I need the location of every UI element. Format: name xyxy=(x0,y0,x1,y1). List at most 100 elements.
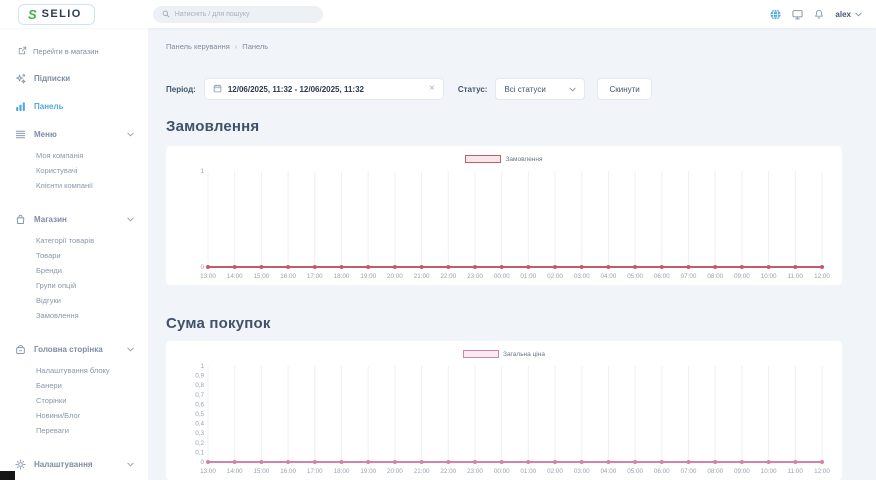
svg-text:04:00: 04:00 xyxy=(601,273,617,280)
svg-text:0,6: 0,6 xyxy=(195,401,204,408)
sidebar-subitem-home-page-1[interactable]: Банери xyxy=(0,378,148,393)
sidebar-item-settings[interactable]: Налаштування xyxy=(0,450,148,478)
sidebar-item-menu[interactable]: Меню xyxy=(0,120,148,148)
clear-period-icon[interactable]: × xyxy=(429,84,435,94)
sidebar-subitem-home-page-3[interactable]: Новини/Блог xyxy=(0,408,148,423)
sidebar-subitem-menu-2[interactable]: Клієнти компанії xyxy=(0,178,148,193)
svg-text:11:00: 11:00 xyxy=(788,273,804,280)
svg-text:05:00: 05:00 xyxy=(627,273,643,280)
orders-chart-legend[interactable]: Замовлення xyxy=(176,153,832,165)
filter-bar: Період: 12/06/2025, 11:32 - 12/06/2025, … xyxy=(166,78,842,100)
svg-text:23:00: 23:00 xyxy=(467,273,483,280)
brand-name: SELIO xyxy=(42,8,82,20)
search-input[interactable] xyxy=(175,11,314,18)
sidebar-item-label: Головна сторінка xyxy=(34,345,119,354)
chevron-down-icon xyxy=(569,85,576,94)
purchase-sum-line-chart: 10,90,80,70,60,50,40,30,20,1013:0014:001… xyxy=(176,360,832,476)
sidebar-item-store[interactable]: Магазин xyxy=(0,205,148,233)
purchase-sum-chart-card: Загальна ціна 10,90,80,70,60,50,40,30,20… xyxy=(166,341,842,480)
period-label: Період: xyxy=(166,85,196,94)
sidebar-spacer xyxy=(0,193,148,205)
sidebar-item-home-page[interactable]: Головна сторінка xyxy=(0,335,148,363)
sidebar-subitem-home-page-0[interactable]: Налаштування блоку xyxy=(0,363,148,378)
search-icon xyxy=(162,5,170,23)
breadcrumb-current[interactable]: Панель xyxy=(242,42,268,52)
go-to-store-label: Перейти в магазин xyxy=(33,47,99,56)
global-search[interactable] xyxy=(153,6,323,23)
svg-text:0,8: 0,8 xyxy=(195,382,204,389)
main-content: Панель керування › Панель Період: 12/06/… xyxy=(148,28,876,480)
chevron-down-icon xyxy=(855,10,862,19)
svg-text:03:00: 03:00 xyxy=(574,273,590,280)
svg-text:13:00: 13:00 xyxy=(200,468,216,475)
sidebar-subitem-store-4[interactable]: Відгуки xyxy=(0,293,148,308)
svg-text:01:00: 01:00 xyxy=(520,273,536,280)
bar-chart-icon xyxy=(14,101,26,112)
line-chart-svg: 10,90,80,70,60,50,40,30,20,1013:0014:001… xyxy=(176,360,832,476)
topbar-actions: alex xyxy=(770,9,862,20)
sidebar-subitem-store-1[interactable]: Товари xyxy=(0,248,148,263)
svg-text:13:00: 13:00 xyxy=(200,273,216,280)
svg-text:20:00: 20:00 xyxy=(387,273,403,280)
globe-icon[interactable] xyxy=(770,9,781,20)
svg-text:18:00: 18:00 xyxy=(334,468,350,475)
svg-text:15:00: 15:00 xyxy=(254,273,270,280)
svg-text:0,1: 0,1 xyxy=(195,449,204,456)
svg-text:00:00: 00:00 xyxy=(494,273,510,280)
brand-logo[interactable]: S SELIO xyxy=(18,4,95,25)
orders-chart-card: Замовлення 1013:0014:0015:0016:0017:0018… xyxy=(166,146,842,285)
sidebar-subitem-store-3[interactable]: Групи опцій xyxy=(0,278,148,293)
svg-text:09:00: 09:00 xyxy=(734,468,750,475)
bell-icon[interactable] xyxy=(814,9,824,19)
purchase-sum-chart-legend[interactable]: Загальна ціна xyxy=(176,348,832,360)
svg-text:0: 0 xyxy=(200,459,204,466)
svg-text:08:00: 08:00 xyxy=(707,273,723,280)
external-link-icon xyxy=(18,46,27,57)
svg-text:21:00: 21:00 xyxy=(414,273,430,280)
svg-text:0,9: 0,9 xyxy=(195,373,204,380)
sidebar-subitem-menu-1[interactable]: Користувачі xyxy=(0,163,148,178)
sidebar-subitem-store-0[interactable]: Категорії товарів xyxy=(0,233,148,248)
reset-button[interactable]: Скинути xyxy=(597,78,651,100)
legend-swatch xyxy=(465,155,501,163)
sidebar-item-label: Магазин xyxy=(34,215,119,224)
sidebar-subitem-store-2[interactable]: Бренди xyxy=(0,263,148,278)
status-select[interactable]: Всі статуси xyxy=(495,78,585,100)
go-to-store-link[interactable]: Перейти в магазин xyxy=(0,40,148,62)
svg-text:02:00: 02:00 xyxy=(547,468,563,475)
svg-text:18:00: 18:00 xyxy=(334,273,350,280)
period-input[interactable]: 12/06/2025, 11:32 - 12/06/2025, 11:32 × xyxy=(204,78,444,100)
svg-text:19:00: 19:00 xyxy=(360,273,376,280)
legend-label: Загальна ціна xyxy=(503,351,545,358)
breadcrumb-separator: › xyxy=(235,42,238,52)
breadcrumb-root[interactable]: Панель керування xyxy=(166,42,230,52)
svg-text:00:00: 00:00 xyxy=(494,468,510,475)
svg-text:16:00: 16:00 xyxy=(280,273,296,280)
svg-text:11:00: 11:00 xyxy=(788,468,804,475)
menu-icon xyxy=(14,129,26,140)
svg-text:0,4: 0,4 xyxy=(195,421,204,428)
monitor-icon[interactable] xyxy=(792,9,803,20)
sidebar-item-subscriptions[interactable]: Підписки xyxy=(0,64,148,92)
sidebar-subitem-store-5[interactable]: Замовлення xyxy=(0,308,148,323)
screen-corner-artifact xyxy=(0,471,15,480)
svg-text:10:00: 10:00 xyxy=(761,273,777,280)
svg-text:04:00: 04:00 xyxy=(601,468,617,475)
sidebar-item-dashboard[interactable]: Панель xyxy=(0,92,148,120)
svg-text:21:00: 21:00 xyxy=(414,468,430,475)
svg-text:1: 1 xyxy=(200,363,204,370)
sidebar-subitem-home-page-4[interactable]: Переваги xyxy=(0,423,148,438)
user-menu[interactable]: alex xyxy=(835,10,862,19)
sidebar-subitem-home-page-2[interactable]: Сторінки xyxy=(0,393,148,408)
svg-text:1: 1 xyxy=(200,168,204,175)
svg-text:16:00: 16:00 xyxy=(280,468,296,475)
legend-label: Замовлення xyxy=(505,156,542,163)
status-selected-value: Всі статуси xyxy=(504,85,545,94)
breadcrumb: Панель керування › Панель xyxy=(166,42,842,52)
sparkles-icon xyxy=(14,73,26,84)
shopping-bag-icon xyxy=(14,214,26,225)
svg-text:06:00: 06:00 xyxy=(654,273,670,280)
svg-text:0: 0 xyxy=(200,264,204,271)
svg-text:02:00: 02:00 xyxy=(547,273,563,280)
sidebar-subitem-menu-0[interactable]: Моя компанія xyxy=(0,148,148,163)
